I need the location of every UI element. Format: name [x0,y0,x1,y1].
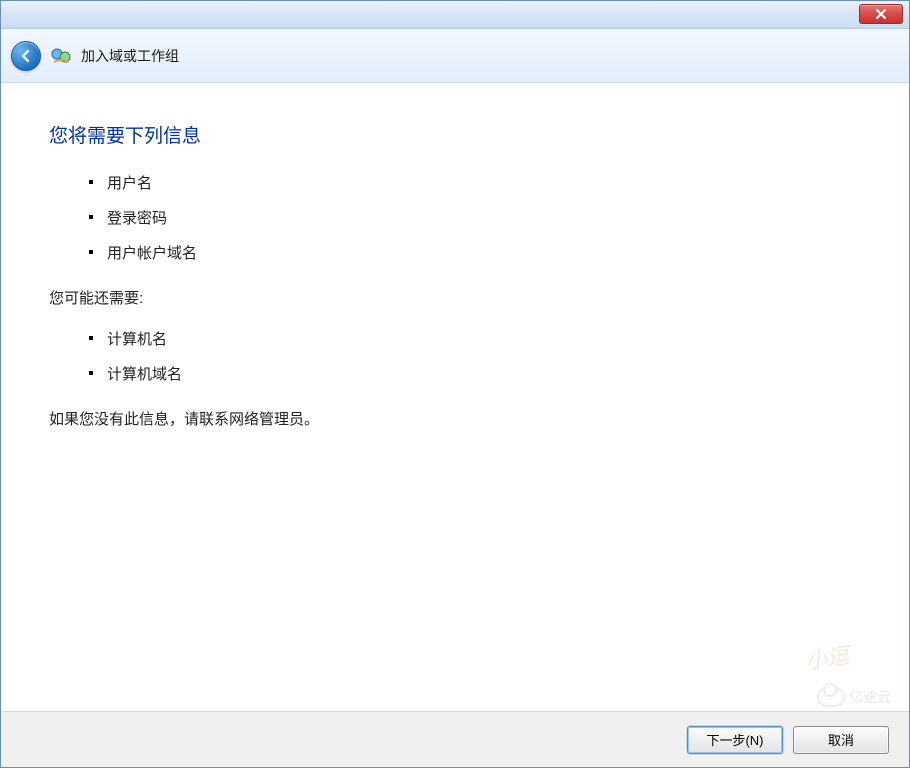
list-item: 用户名 [89,172,861,193]
list-item: 登录密码 [89,207,861,228]
arrow-left-icon [18,48,34,64]
titlebar [1,1,909,29]
list-item: 计算机域名 [89,363,861,384]
back-button[interactable] [11,41,41,71]
cancel-button[interactable]: 取消 [793,726,889,754]
required-info-list: 用户名 登录密码 用户帐户域名 [89,172,861,263]
footer-bar: 下一步(N) 取消 [1,711,909,767]
close-icon [875,9,887,19]
page-heading: 您将需要下列信息 [49,121,861,148]
header-bar: 加入域或工作组 [1,29,909,83]
optional-info-list: 计算机名 计算机域名 [89,328,861,384]
domain-wizard-icon [49,44,73,68]
content-area: 您将需要下列信息 用户名 登录密码 用户帐户域名 您可能还需要: 计算机名 计算… [1,83,909,711]
wizard-window: 加入域或工作组 您将需要下列信息 用户名 登录密码 用户帐户域名 您可能还需要:… [0,0,910,768]
optional-heading: 您可能还需要: [49,287,861,308]
list-item: 用户帐户域名 [89,242,861,263]
close-button[interactable] [859,4,903,24]
next-button[interactable]: 下一步(N) [687,726,783,754]
header-title: 加入域或工作组 [81,46,179,66]
note-text: 如果您没有此信息，请联系网络管理员。 [49,408,861,429]
list-item: 计算机名 [89,328,861,349]
